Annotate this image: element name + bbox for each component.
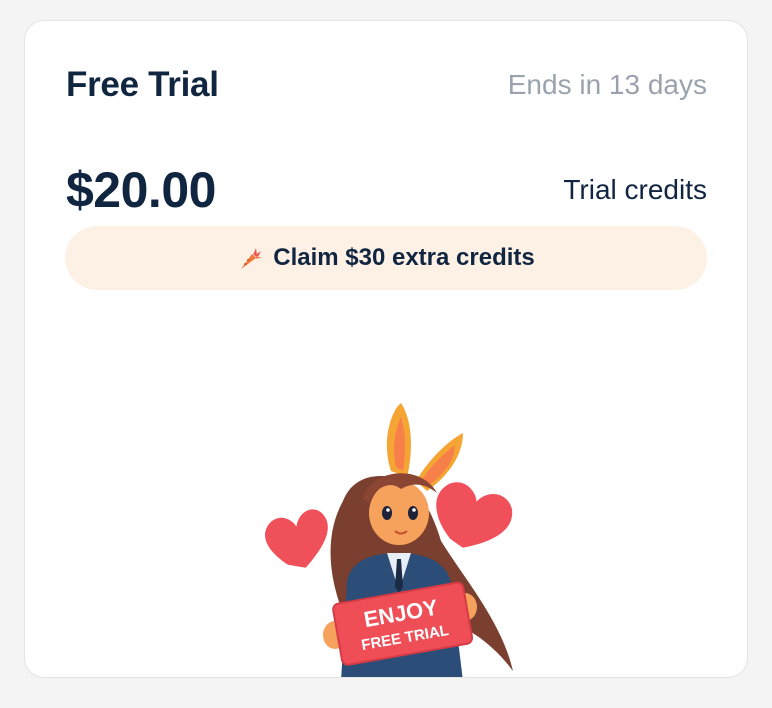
heart-icon <box>265 509 328 568</box>
card-header: Free Trial Ends in 13 days <box>66 65 707 105</box>
credits-amount: $20.00 <box>66 162 216 218</box>
bunny-girl-mascot: ENJOY FREE TRIAL <box>265 403 513 677</box>
claim-credits-button[interactable]: Claim $30 extra credits <box>65 226 707 290</box>
credits-row: $20.00 Trial credits <box>66 161 707 219</box>
claim-credits-label: Claim $30 extra credits <box>273 244 535 271</box>
free-trial-card: Free Trial Ends in 13 days $20.00 Trial … <box>24 20 748 678</box>
trial-ends-text: Ends in 13 days <box>507 69 707 100</box>
credits-label: Trial credits <box>563 174 707 205</box>
card-title: Free Trial <box>66 65 219 104</box>
carrot-icon <box>241 248 263 269</box>
